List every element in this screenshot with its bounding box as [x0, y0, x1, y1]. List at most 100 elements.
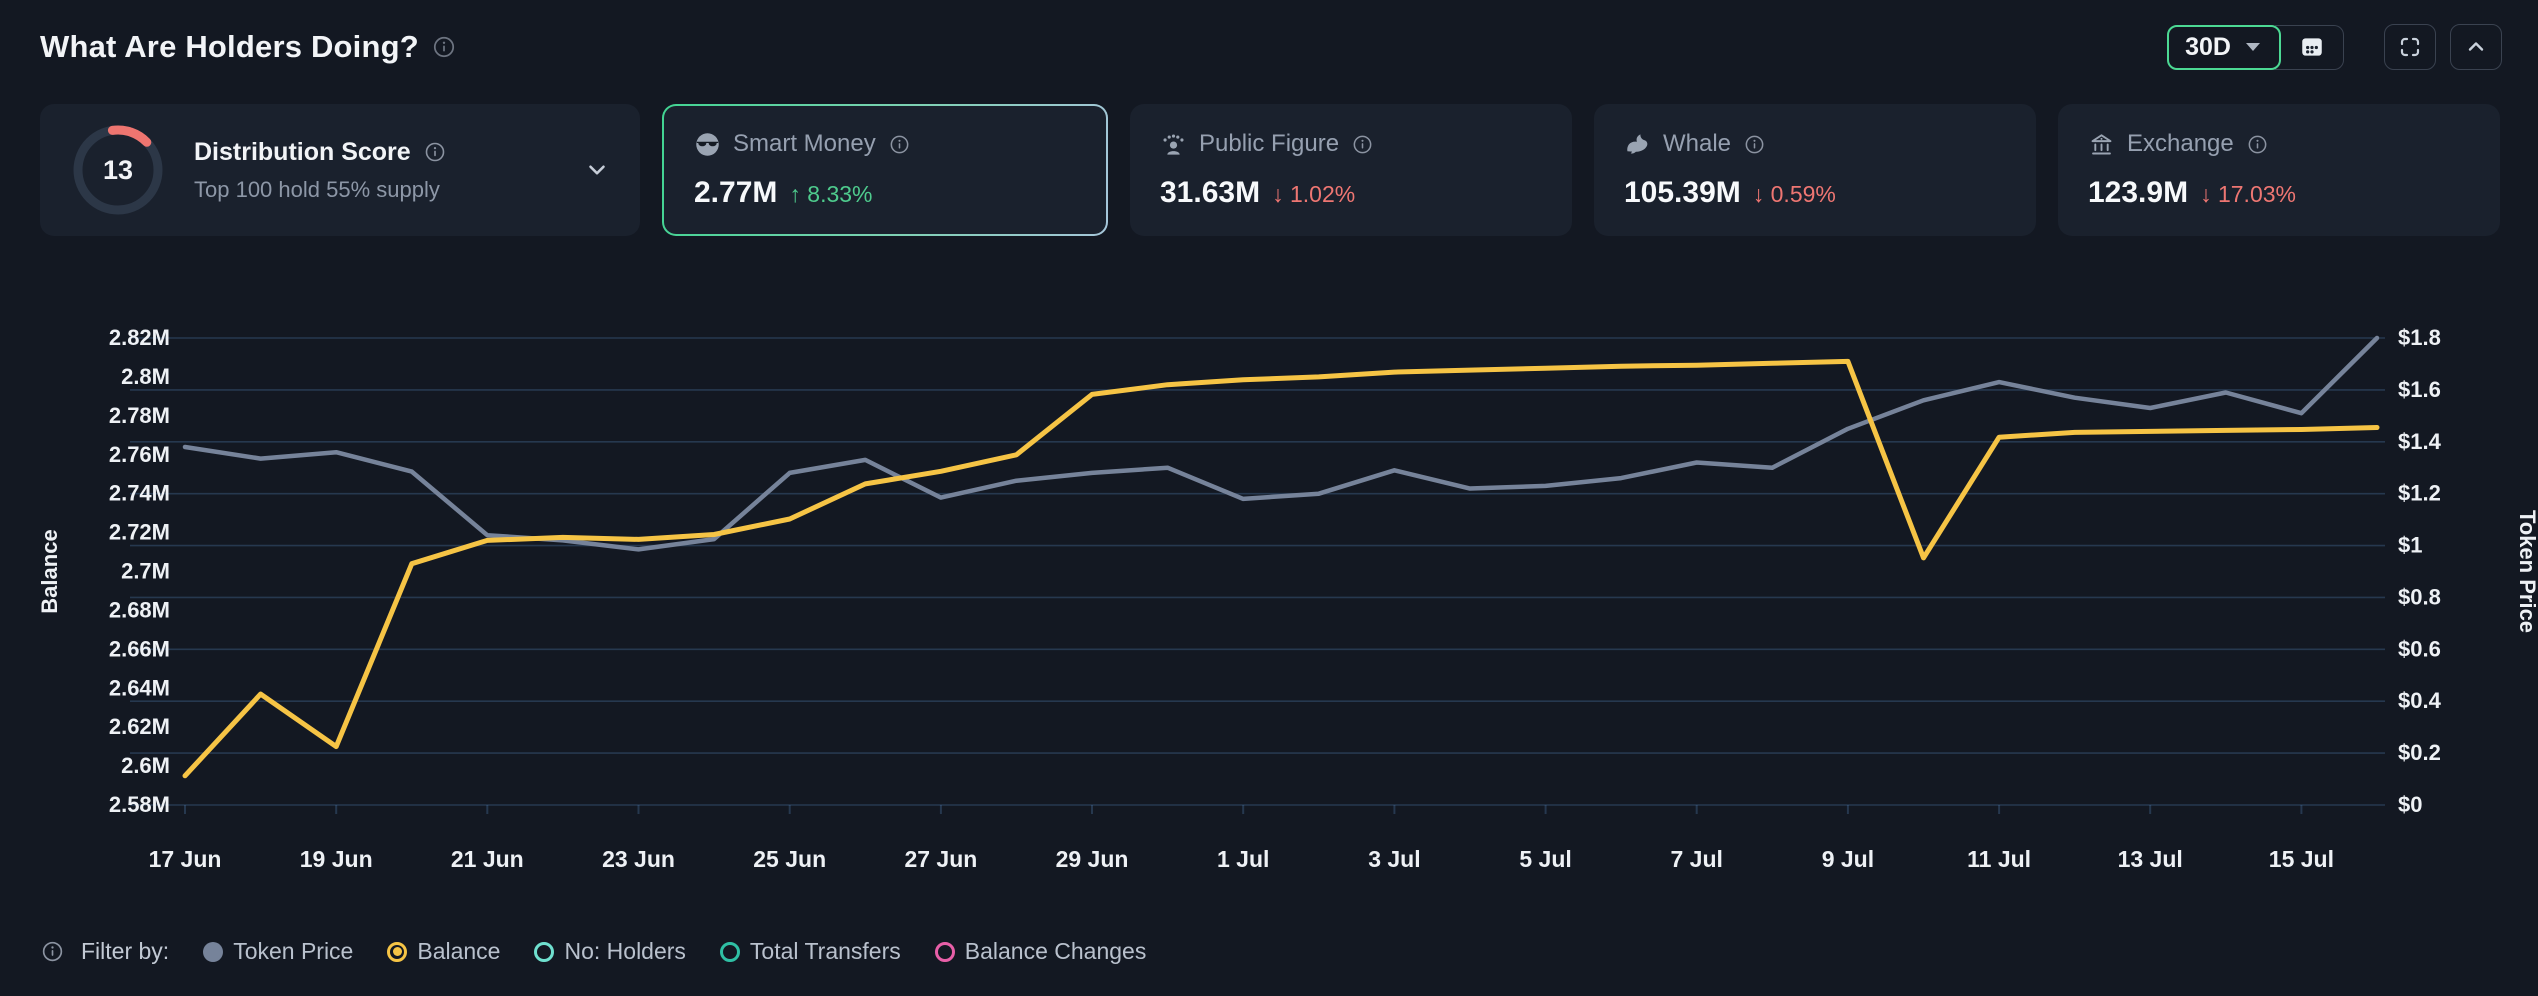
header: What Are Holders Doing? 30D: [40, 22, 2502, 72]
left-axis-title: Balance: [37, 529, 62, 613]
x-axis-tick: 11 Jul: [1967, 846, 2031, 872]
whale-icon: [1624, 131, 1651, 158]
page-title: What Are Holders Doing?: [40, 29, 419, 65]
calendar-button[interactable]: [2275, 25, 2344, 70]
distribution-subtitle: Top 100 hold 55% supply: [194, 177, 447, 203]
smart-money-icon: [694, 131, 721, 158]
metric-title: Smart Money: [733, 130, 876, 158]
legend-item-no-holders[interactable]: No: Holders: [534, 938, 685, 965]
token-price-line: [185, 338, 2377, 549]
distribution-gauge: 13: [70, 122, 166, 218]
left-axis-tick: 2.76M: [109, 442, 170, 467]
x-axis-tick: 17 Jun: [149, 846, 222, 872]
info-icon[interactable]: [2246, 133, 2269, 156]
left-axis-tick: 2.64M: [109, 675, 170, 700]
metric-title: Exchange: [2127, 130, 2234, 158]
timeframe-group: 30D: [2167, 25, 2344, 70]
metric-value: 2.77M: [694, 176, 777, 210]
left-axis-tick: 2.62M: [109, 714, 170, 739]
legend-item-label: Token Price: [233, 938, 353, 965]
x-axis-tick: 29 Jun: [1056, 846, 1129, 872]
info-icon[interactable]: [1351, 133, 1374, 156]
right-axis-tick: $1: [2398, 533, 2422, 558]
info-icon[interactable]: [1743, 133, 1766, 156]
chevron-down-icon[interactable]: [584, 157, 610, 183]
left-axis-tick: 2.82M: [109, 325, 170, 350]
x-axis-tick: 9 Jul: [1822, 846, 1874, 872]
left-axis-tick: 2.8M: [121, 364, 170, 389]
x-axis-tick: 19 Jun: [300, 846, 373, 872]
info-icon[interactable]: [888, 133, 911, 156]
title-info-icon[interactable]: [431, 34, 457, 60]
left-axis-tick: 2.68M: [109, 597, 170, 622]
metric-change: ↓ 17.03%: [2200, 181, 2296, 208]
right-axis-tick: $0.8: [2398, 584, 2441, 609]
x-axis-tick: 23 Jun: [602, 846, 675, 872]
calendar-icon: [2299, 34, 2325, 60]
x-axis-tick: 27 Jun: [904, 846, 977, 872]
timeframe-value: 30D: [2185, 33, 2231, 62]
left-axis-tick: 2.72M: [109, 520, 170, 545]
left-axis-tick: 2.74M: [109, 481, 170, 506]
chevron-up-icon: [2464, 35, 2488, 59]
left-axis-tick: 2.7M: [121, 559, 170, 584]
timeframe-dropdown[interactable]: 30D: [2167, 25, 2281, 70]
info-icon[interactable]: [40, 939, 65, 964]
public-figure-card[interactable]: Public Figure 31.63M ↓ 1.02%: [1130, 104, 1572, 236]
whale-card[interactable]: Whale 105.39M ↓ 0.59%: [1594, 104, 2036, 236]
no-holders-marker: [534, 942, 554, 962]
right-axis-tick: $1.2: [2398, 481, 2441, 506]
metric-change: ↓ 0.59%: [1753, 181, 1836, 208]
exchange-card[interactable]: Exchange 123.9M ↓ 17.03%: [2058, 104, 2500, 236]
holders-chart[interactable]: 2.82M2.8M2.78M2.76M2.74M2.72M2.7M2.68M2.…: [0, 290, 2538, 910]
distribution-title: Distribution Score: [194, 138, 411, 167]
chart-legend: Filter by: Token Price Balance No: Holde…: [40, 938, 1146, 965]
balance-line: [185, 361, 2377, 775]
x-axis-tick: 5 Jul: [1519, 846, 1571, 872]
x-axis-tick: 1 Jul: [1217, 846, 1269, 872]
left-axis-tick: 2.58M: [109, 792, 170, 817]
metric-value: 105.39M: [1624, 176, 1741, 210]
right-axis-tick: $1.8: [2398, 325, 2441, 350]
right-axis-tick: $0.2: [2398, 740, 2441, 765]
legend-item-balance-changes[interactable]: Balance Changes: [935, 938, 1147, 965]
header-controls: 30D: [2167, 24, 2502, 70]
exchange-icon: [2088, 131, 2115, 158]
public-figure-icon: [1160, 131, 1187, 158]
x-axis-tick: 21 Jun: [451, 846, 524, 872]
right-axis-tick: $0: [2398, 792, 2422, 817]
x-axis-tick: 15 Jul: [2269, 846, 2334, 872]
x-axis-tick: 7 Jul: [1670, 846, 1722, 872]
right-axis-tick: $1.4: [2398, 429, 2442, 454]
legend-item-label: Balance Changes: [965, 938, 1147, 965]
legend-item-label: No: Holders: [564, 938, 685, 965]
metric-value: 123.9M: [2088, 176, 2188, 210]
metric-title: Public Figure: [1199, 130, 1339, 158]
collapse-button[interactable]: [2450, 24, 2502, 70]
total-transfers-marker: [720, 942, 740, 962]
distribution-score-card[interactable]: 13 Distribution Score Top 100 hold 55% s…: [40, 104, 640, 236]
distribution-score-value: 13: [70, 122, 166, 218]
smart-money-card[interactable]: Smart Money 2.77M ↑ 8.33%: [662, 104, 1108, 236]
metric-change: ↑ 8.33%: [789, 181, 872, 208]
token-price-marker: [203, 942, 223, 962]
fullscreen-icon: [2398, 35, 2422, 59]
summary-cards: 13 Distribution Score Top 100 hold 55% s…: [40, 104, 2500, 236]
right-axis-tick: $0.4: [2398, 688, 2442, 713]
left-axis-tick: 2.66M: [109, 636, 170, 661]
legend-item-token-price[interactable]: Token Price: [203, 938, 353, 965]
info-icon[interactable]: [423, 140, 447, 164]
fullscreen-button[interactable]: [2384, 24, 2436, 70]
right-axis-tick: $0.6: [2398, 636, 2441, 661]
legend-item-label: Balance: [417, 938, 500, 965]
right-axis-title: Token Price: [2515, 510, 2538, 633]
legend-item-label: Total Transfers: [750, 938, 901, 965]
left-axis-tick: 2.6M: [121, 753, 170, 778]
right-axis-tick: $1.6: [2398, 377, 2441, 402]
legend-item-balance[interactable]: Balance: [387, 938, 500, 965]
metric-value: 31.63M: [1160, 176, 1260, 210]
x-axis-tick: 3 Jul: [1368, 846, 1420, 872]
x-axis-tick: 25 Jun: [753, 846, 826, 872]
legend-item-total-transfers[interactable]: Total Transfers: [720, 938, 901, 965]
metric-change: ↓ 1.02%: [1272, 181, 1355, 208]
